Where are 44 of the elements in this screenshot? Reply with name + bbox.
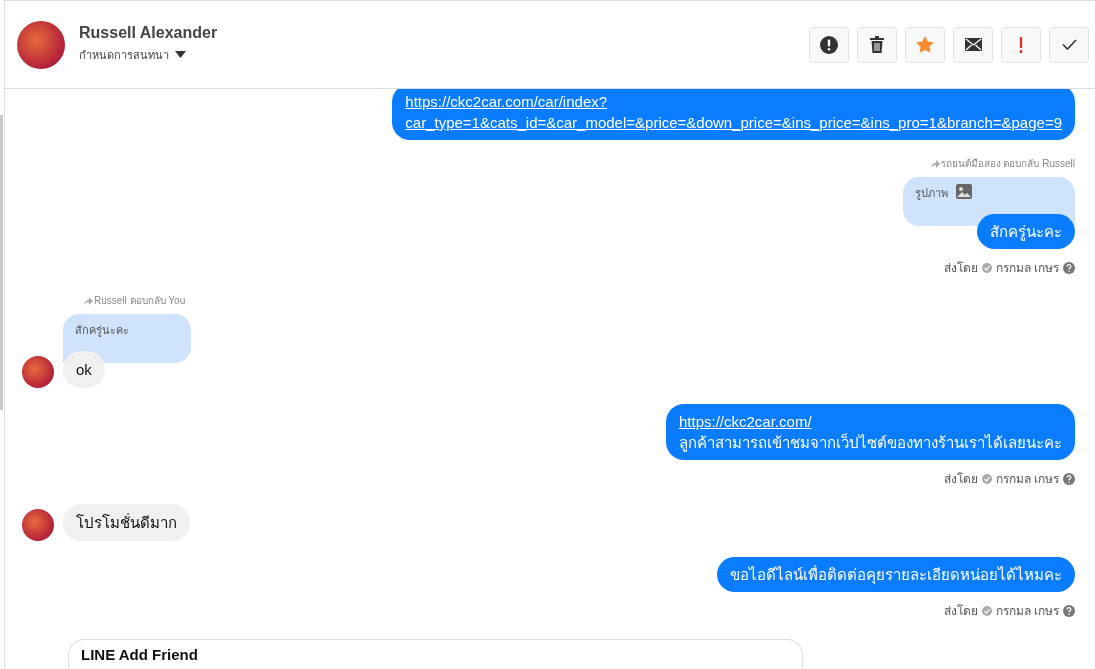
help-icon[interactable] [1063, 472, 1075, 485]
message-text: ลูกค้าสามารถเข้าชมจากเว็ปไซต์ของทางร้านเราได้เลยนะคะ [679, 432, 1062, 453]
help-icon[interactable] [1063, 261, 1075, 274]
reply-header: Russell ตอบกลับ You [94, 294, 186, 308]
exclamation-icon [1019, 36, 1023, 53]
trash-icon [870, 36, 884, 53]
message-link[interactable]: https://ckc2car.com/car/index? car_type=1&cats_id=&car_model=&price=&down_price=&ins_price=&ins_pro=1&branch=&page=9 [405, 91, 1062, 133]
message-text: ok [76, 360, 92, 380]
contact-avatar [17, 20, 65, 69]
reply-arrow-icon [84, 296, 93, 305]
message-text: ขอไอดีไลน์เพื่อติดต่อคุยรายละเอียดหน่อยได้ไหมคะ [730, 564, 1062, 585]
mail-button[interactable] [953, 26, 993, 63]
contact-name: Russell Alexander [79, 23, 218, 42]
quoted-text: สักครู่นะคะ [75, 323, 129, 339]
sent-by-label: ส่งโดย [943, 471, 978, 488]
reply-header: รถยนต์มือสอง ตอบกลับ Russell [940, 157, 1075, 171]
sender-name: กรกมล เกษร [995, 260, 1059, 277]
sent-by-label: ส่งโดย [943, 260, 978, 277]
sent-by-label: ส่งโดย [943, 603, 978, 620]
check-badge-icon [981, 605, 992, 616]
message-text: สักครู่นะคะ [990, 222, 1062, 242]
alert-button[interactable] [809, 26, 849, 63]
mail-icon [964, 38, 982, 51]
schedule-dropdown[interactable]: กำหนดการสนทนา [79, 45, 218, 64]
sender-name: กรกมล เกษร [995, 471, 1059, 488]
caret-icon [175, 51, 186, 58]
delete-button[interactable] [857, 26, 897, 63]
help-icon[interactable] [1063, 604, 1075, 617]
image-icon [956, 184, 972, 199]
contact-avatar [22, 356, 54, 388]
message-link[interactable]: https://ckc2car.com/ [679, 411, 1062, 432]
check-badge-icon [981, 262, 992, 273]
star-button[interactable] [905, 26, 945, 63]
alert-icon [820, 35, 838, 54]
sender-name: กรกมล เกษร [995, 603, 1059, 620]
contact-avatar [22, 509, 54, 541]
scrollbar[interactable] [0, 115, 3, 410]
star-icon [916, 36, 934, 53]
reply-arrow-icon [930, 159, 940, 168]
card-title: LINE Add Friend [81, 646, 198, 663]
check-badge-icon [981, 473, 992, 484]
message-text: โปรโมชั่นดีมาก [76, 512, 177, 533]
check-icon [1061, 39, 1077, 50]
quoted-text: รูปภาพ [915, 186, 948, 202]
